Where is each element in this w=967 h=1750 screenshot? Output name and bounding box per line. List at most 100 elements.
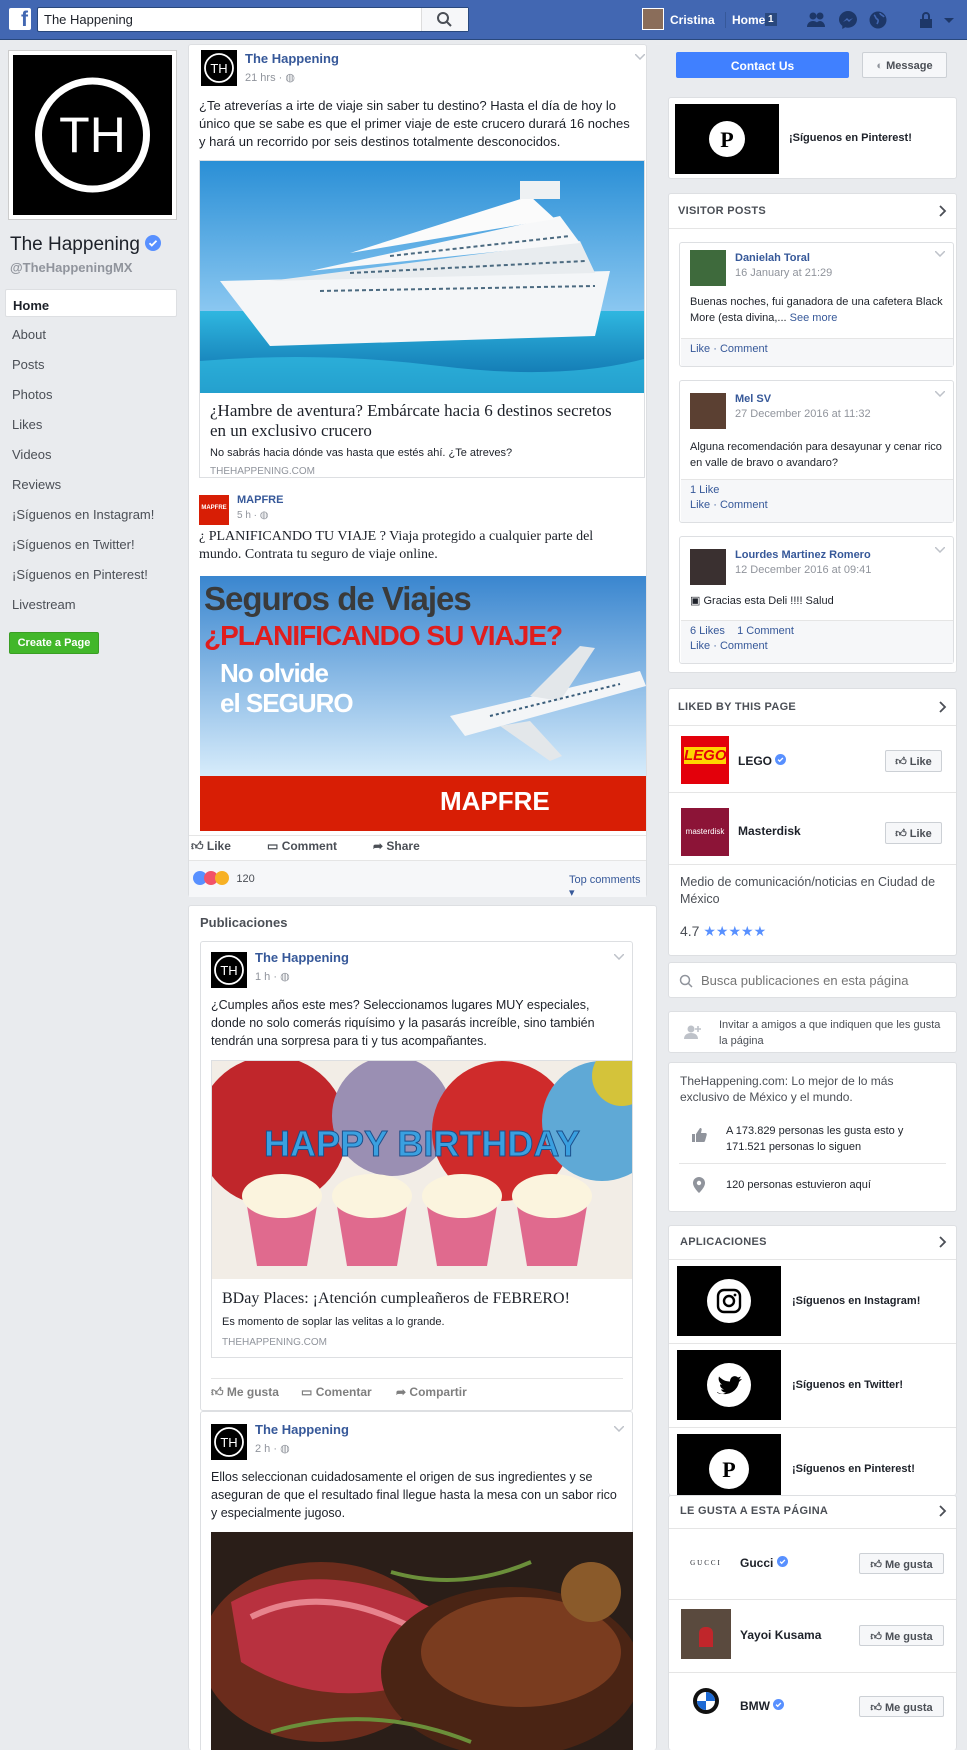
- create-page-button[interactable]: Create a Page: [9, 632, 99, 654]
- sidebar-item-photos[interactable]: Photos: [5, 379, 177, 407]
- visitor-name-link[interactable]: Danielah Toral: [735, 252, 810, 264]
- home-link[interactable]: Home: [732, 13, 765, 27]
- gucci-logo[interactable]: GUCCI: [681, 1538, 731, 1588]
- like-page-button[interactable]: 👍︎ Like: [885, 750, 942, 772]
- search-posts-input[interactable]: [701, 969, 946, 991]
- page-avatar[interactable]: TH: [201, 50, 237, 86]
- visitor-post-date[interactable]: 27 December 2016 at 11:32: [735, 408, 871, 420]
- page-profile-picture[interactable]: TH: [9, 51, 176, 219]
- pinterest-app-tile[interactable]: P: [677, 1434, 781, 1496]
- likes-count-link[interactable]: 6 Likes: [690, 625, 725, 637]
- search-posts-box[interactable]: [668, 962, 957, 998]
- chevron-right-icon[interactable]: [939, 1236, 947, 1248]
- post-timestamp[interactable]: 21 hrs · ◍: [245, 71, 295, 84]
- ad-timestamp[interactable]: 5 h · ◍: [237, 510, 269, 521]
- bmw-logo[interactable]: [681, 1681, 731, 1731]
- messenger-icon[interactable]: [838, 10, 858, 30]
- post-options-chevron-icon[interactable]: [935, 251, 945, 257]
- invite-friends-text[interactable]: Invitar a amigos a que indiquen que les …: [719, 1017, 949, 1049]
- visitor-avatar[interactable]: [690, 250, 726, 286]
- search-input[interactable]: [38, 8, 408, 30]
- page-rating[interactable]: 4.7 ★★★★★: [680, 923, 766, 940]
- liked-page-name[interactable]: BMW: [740, 1699, 785, 1713]
- like-comment-links[interactable]: Like · Comment: [690, 498, 953, 513]
- liked-page-name[interactable]: Masterdisk: [738, 824, 801, 838]
- page-category[interactable]: Medio de comunicación/noticias en Ciudad…: [680, 874, 945, 908]
- liked-page-name[interactable]: Yayoi Kusama: [740, 1628, 821, 1642]
- share-button[interactable]: ➦ Compartir: [396, 1385, 467, 1399]
- post-options-chevron-icon[interactable]: [935, 547, 945, 553]
- account-menu-chevron-down-icon[interactable]: [941, 10, 957, 30]
- visitor-post-date[interactable]: 16 January at 21:29: [735, 267, 832, 279]
- share-button[interactable]: ➦ Share: [373, 839, 420, 853]
- lego-logo[interactable]: LEGO: [681, 736, 729, 784]
- me-gusta-button[interactable]: 👍︎ Me gusta: [859, 1696, 944, 1717]
- post-timestamp[interactable]: 2 h · ◍: [255, 1442, 290, 1455]
- app-label[interactable]: ¡Síguenos en Pinterest!: [792, 1463, 915, 1475]
- sidebar-item-livestream[interactable]: Livestream: [5, 589, 177, 617]
- liked-page-name[interactable]: LEGO: [738, 754, 787, 768]
- post-author-link[interactable]: The Happening: [255, 1422, 349, 1437]
- user-avatar[interactable]: [642, 8, 664, 30]
- page-avatar[interactable]: TH: [211, 1424, 247, 1460]
- like-button[interactable]: 👍︎ Like: [191, 839, 231, 854]
- reactions-summary[interactable]: 120: [193, 871, 255, 888]
- chevron-right-icon[interactable]: [939, 701, 947, 713]
- page-username[interactable]: @TheHappeningMX: [10, 260, 132, 275]
- sidebar-item-reviews[interactable]: Reviews: [5, 469, 177, 497]
- comments-count-link[interactable]: 1 Comment: [737, 625, 794, 637]
- sidebar-item-videos[interactable]: Videos: [5, 439, 177, 467]
- sidebar-item-instagram[interactable]: ¡Síguenos en Instagram!: [5, 499, 177, 527]
- chevron-right-icon[interactable]: [939, 1505, 947, 1517]
- visitor-post-date[interactable]: 12 December 2016 at 09:41: [735, 564, 871, 576]
- app-label[interactable]: ¡Síguenos en Twitter!: [792, 1379, 903, 1391]
- user-name-link[interactable]: Cristina: [670, 13, 715, 27]
- pinterest-app-card[interactable]: P ¡Síguenos en Pinterest!: [668, 97, 957, 179]
- instagram-app-tile[interactable]: [677, 1266, 781, 1336]
- chevron-right-icon[interactable]: [939, 205, 947, 217]
- top-comments-dropdown[interactable]: Top comments ▾: [569, 874, 646, 899]
- liked-page-name[interactable]: Gucci: [740, 1556, 788, 1570]
- post-options-chevron-icon[interactable]: [614, 954, 624, 960]
- visitor-avatar[interactable]: [690, 393, 726, 429]
- post-options-chevron-icon[interactable]: [614, 1426, 624, 1432]
- post-author-link[interactable]: The Happening: [255, 950, 349, 965]
- sidebar-item-likes[interactable]: Likes: [5, 409, 177, 437]
- invite-friends-card[interactable]: Invitar a amigos a que indiquen que les …: [668, 1011, 957, 1053]
- sidebar-item-posts[interactable]: Posts: [5, 349, 177, 377]
- message-button[interactable]: ◐ Message: [862, 52, 947, 78]
- steak-image[interactable]: [211, 1532, 633, 1750]
- me-gusta-button[interactable]: 👍︎ Me gusta: [859, 1625, 944, 1646]
- visitor-name-link[interactable]: Lourdes Martinez Romero: [735, 549, 871, 561]
- app-label[interactable]: ¡Síguenos en Instagram!: [792, 1295, 920, 1307]
- search-button[interactable]: [421, 8, 468, 31]
- like-page-button[interactable]: 👍︎ Like: [885, 822, 942, 844]
- mapfre-avatar[interactable]: MAPFRE: [199, 495, 229, 525]
- checkins-text[interactable]: 120 personas estuvieron aquí: [726, 1179, 871, 1191]
- see-more-link[interactable]: See more: [790, 312, 838, 324]
- comment-button[interactable]: ▭ Comentar: [301, 1385, 372, 1399]
- ad-banner-image[interactable]: Seguros de Viajes ¿PLANIFICANDO SU VIAJE…: [200, 576, 646, 831]
- comment-button[interactable]: ▭ Comment: [267, 839, 337, 853]
- notifications-globe-icon[interactable]: [868, 10, 888, 30]
- sidebar-item-pinterest[interactable]: ¡Síguenos en Pinterest!: [5, 559, 177, 587]
- me-gusta-button[interactable]: 👍︎ Me gusta: [859, 1553, 944, 1574]
- visitor-post-actions[interactable]: Like · Comment: [681, 338, 953, 366]
- contact-us-button[interactable]: Contact Us: [676, 52, 849, 78]
- link-title[interactable]: ¿Hambre de aventura? Embárcate hacia 6 d…: [210, 401, 630, 441]
- link-preview-card[interactable]: ¿Hambre de aventura? Embárcate hacia 6 d…: [199, 160, 645, 478]
- friend-requests-icon[interactable]: [806, 10, 826, 30]
- privacy-lock-icon[interactable]: [918, 10, 936, 30]
- sidebar-item-home[interactable]: Home: [5, 289, 177, 317]
- like-button[interactable]: 👍︎ Me gusta: [211, 1385, 279, 1400]
- likes-count-link[interactable]: 1 Like: [690, 483, 953, 498]
- masterdisk-logo[interactable]: masterdisk: [681, 808, 729, 856]
- facebook-logo-icon[interactable]: f: [9, 8, 31, 31]
- likes-followers-text[interactable]: A 173.829 personas les gusta esto y 171.…: [726, 1123, 946, 1155]
- page-avatar[interactable]: TH: [211, 952, 247, 988]
- sidebar-item-twitter[interactable]: ¡Síguenos en Twitter!: [5, 529, 177, 557]
- post-options-chevron-icon[interactable]: [635, 54, 645, 60]
- post-author-link[interactable]: The Happening: [245, 51, 339, 66]
- ad-author-link[interactable]: MAPFRE: [237, 494, 283, 506]
- sidebar-item-about[interactable]: About: [5, 319, 177, 347]
